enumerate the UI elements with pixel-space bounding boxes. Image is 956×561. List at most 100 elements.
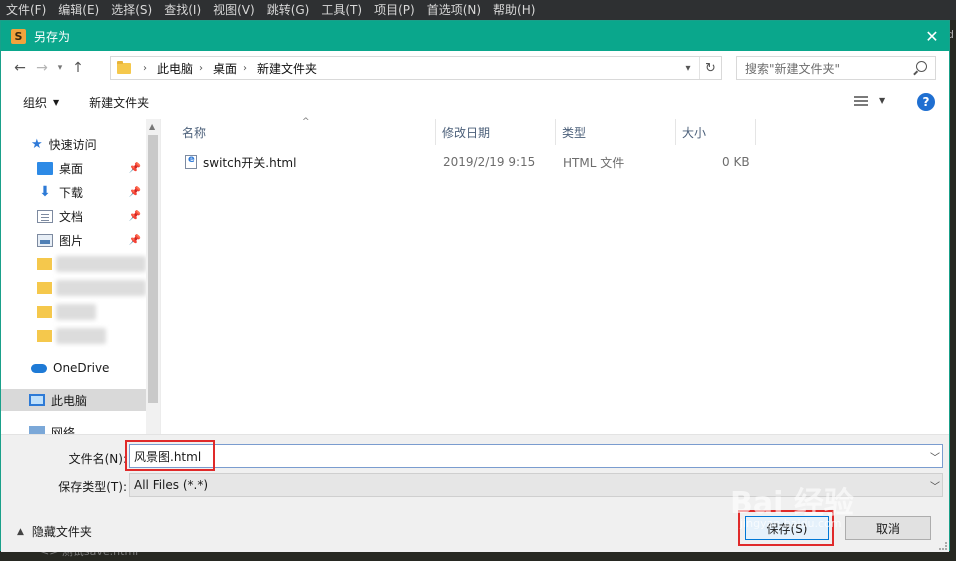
menu-edit[interactable]: 编辑(E) (52, 0, 105, 20)
recent-chevron-down-icon[interactable]: ▾ (53, 57, 67, 79)
chevron-right-icon[interactable]: › (143, 63, 147, 74)
hide-folders-toggle[interactable]: ▲ 隐藏文件夹 (17, 523, 92, 540)
chevron-down-icon[interactable]: ﹀ (930, 449, 940, 464)
forward-arrow-icon[interactable]: → (31, 57, 53, 79)
new-folder-button[interactable]: 新建文件夹 (89, 94, 149, 111)
file-row[interactable]: switch开关.html 2019/2/19 9:15 HTML 文件 0 K… (172, 151, 772, 173)
download-icon: ⬇ (39, 184, 51, 200)
menu-tools[interactable]: 工具(T) (315, 0, 368, 20)
scroll-up-arrow-icon[interactable]: ▲ (149, 122, 155, 131)
menu-preferences[interactable]: 首选项(N) (421, 0, 487, 20)
file-list: 名称 ^ 修改日期 类型 大小 switch开关.html 2019/2/19 … (162, 117, 949, 434)
chevron-right-icon[interactable]: › (199, 63, 203, 74)
filename-label: 文件名(N): (68, 452, 127, 466)
star-icon: ★ (31, 136, 43, 152)
folder-icon (37, 282, 52, 294)
column-divider[interactable] (755, 119, 756, 145)
cloud-icon (31, 363, 47, 373)
address-row: ← → ▾ ↑ › 此电脑 › 桌面 › 新建文件夹 ▾ ↻ 搜索"新建文件夹" (1, 51, 949, 85)
scroll-thumb[interactable] (148, 135, 158, 403)
chevron-right-icon[interactable]: › (243, 63, 247, 74)
back-arrow-icon[interactable]: ← (9, 57, 31, 79)
view-options-icon[interactable] (854, 96, 868, 107)
nav-scrollbar[interactable]: ▲ (146, 119, 160, 434)
nav-label: 快速访问 (48, 137, 97, 152)
sort-ascending-icon: ^ (302, 117, 310, 127)
pin-icon[interactable]: 📌 (129, 211, 141, 222)
pin-icon[interactable]: 📌 (129, 235, 141, 246)
app-menubar: 文件(F) 编辑(E) 选择(S) 查找(I) 视图(V) 跳转(G) 工具(T… (0, 0, 956, 20)
sublime-app-icon: S (11, 28, 26, 44)
nav-item-desktop[interactable]: 桌面 📌 (1, 157, 146, 179)
nav-item-this-pc[interactable]: 此电脑 (1, 389, 146, 411)
chevron-down-icon[interactable]: ﹀ (930, 478, 940, 493)
nav-label: 网络 (51, 425, 76, 435)
nav-label: 下载 (59, 185, 84, 200)
refresh-icon[interactable]: ↻ (699, 57, 721, 79)
close-button[interactable]: ✕ (915, 21, 949, 51)
up-arrow-icon[interactable]: ↑ (67, 57, 89, 79)
address-bar[interactable]: › 此电脑 › 桌面 › 新建文件夹 ▾ ↻ (110, 56, 722, 80)
search-input[interactable]: 搜索"新建文件夹" (736, 56, 936, 80)
menu-file[interactable]: 文件(F) (0, 0, 52, 20)
nav-item-blurred[interactable] (1, 301, 146, 323)
redacted-label (56, 256, 146, 272)
pin-icon[interactable]: 📌 (129, 187, 141, 198)
column-header-size[interactable]: 大小 (682, 119, 706, 145)
column-divider[interactable] (555, 119, 556, 145)
computer-icon (29, 394, 45, 406)
cancel-button[interactable]: 取消 (845, 516, 931, 540)
menu-find[interactable]: 查找(I) (158, 0, 207, 20)
column-divider[interactable] (435, 119, 436, 145)
pin-icon[interactable]: 📌 (129, 163, 141, 174)
browser-body: ★ 快速访问 桌面 📌 ⬇ 下载 📌 文档 📌 图片 📌 OneDrive 此电… (1, 117, 949, 434)
menu-project[interactable]: 项目(P) (368, 0, 421, 20)
address-dropdown-chevron-icon[interactable]: ▾ (679, 57, 697, 79)
file-type: HTML 文件 (563, 155, 625, 170)
desktop-icon (37, 161, 53, 175)
hide-folders-label: 隐藏文件夹 (31, 525, 92, 539)
organize-label: 组织 (23, 95, 48, 110)
redacted-label (56, 328, 106, 344)
filetype-label: 保存类型(T): (58, 480, 127, 494)
filename-input[interactable]: 风景图.html ﹀ (129, 444, 943, 468)
nav-item-blurred[interactable] (1, 277, 146, 299)
view-caret-down-icon[interactable]: ▼ (879, 96, 885, 105)
nav-item-blurred[interactable] (1, 253, 146, 275)
file-name: switch开关.html (203, 155, 297, 170)
resize-grip-icon[interactable] (939, 542, 947, 550)
html-file-icon (185, 154, 197, 169)
chevron-up-icon: ▲ (17, 526, 24, 537)
help-icon[interactable]: ? (917, 93, 935, 111)
breadcrumb-new-folder[interactable]: 新建文件夹 (257, 60, 317, 77)
nav-item-onedrive[interactable]: OneDrive (1, 357, 146, 379)
nav-item-pictures[interactable]: 图片 📌 (1, 229, 146, 251)
save-form: 文件名(N): 风景图.html ﹀ 保存类型(T): All Files (*… (1, 434, 949, 552)
breadcrumb-this-pc[interactable]: 此电脑 (157, 60, 193, 77)
nav-item-downloads[interactable]: ⬇ 下载 📌 (1, 181, 146, 203)
column-header-modified[interactable]: 修改日期 (442, 119, 490, 145)
dialog-titlebar: S 另存为 ✕ (1, 21, 949, 51)
toolbar: 组织 ▼ 新建文件夹 ▼ ? (1, 85, 949, 119)
menu-view[interactable]: 视图(V) (207, 0, 261, 20)
navigation-pane: ★ 快速访问 桌面 📌 ⬇ 下载 📌 文档 📌 图片 📌 OneDrive 此电… (1, 119, 161, 434)
column-header-name[interactable]: 名称 (182, 119, 206, 145)
breadcrumb-desktop[interactable]: 桌面 (213, 60, 237, 77)
picture-icon (37, 233, 53, 247)
nav-item-network[interactable]: 网络 (1, 421, 146, 434)
nav-label: 图片 (59, 233, 84, 248)
search-icon[interactable] (916, 61, 927, 72)
organize-button[interactable]: 组织 ▼ (23, 94, 59, 111)
search-placeholder: 搜索"新建文件夹" (745, 61, 841, 76)
column-header-type[interactable]: 类型 (562, 119, 586, 145)
filetype-value: All Files (*.*) (134, 478, 209, 492)
nav-quick-access[interactable]: ★ 快速访问 (1, 133, 146, 155)
nav-item-documents[interactable]: 文档 📌 (1, 205, 146, 227)
column-divider[interactable] (675, 119, 676, 145)
redacted-label (56, 304, 96, 320)
menu-goto[interactable]: 跳转(G) (261, 0, 316, 20)
menu-help[interactable]: 帮助(H) (487, 0, 541, 20)
menu-select[interactable]: 选择(S) (105, 0, 158, 20)
nav-item-blurred[interactable] (1, 325, 146, 347)
filetype-select[interactable]: All Files (*.*) ﹀ (129, 473, 943, 497)
